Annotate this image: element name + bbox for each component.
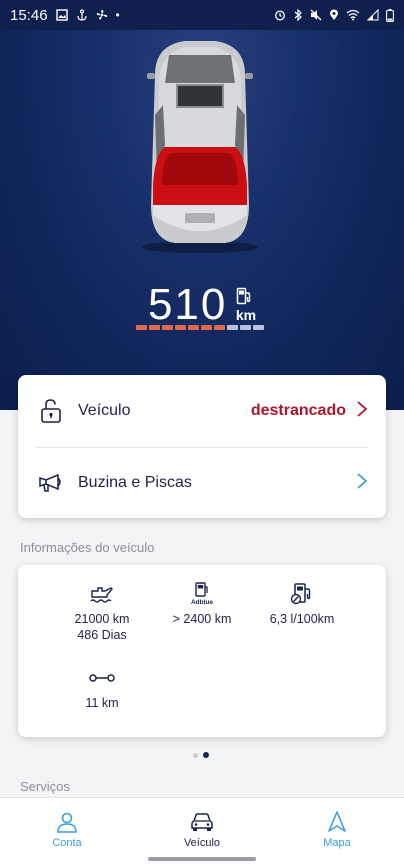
- horn-lights-label: Buzina e Piscas: [78, 474, 192, 491]
- lock-row[interactable]: Veículo destrancado: [18, 375, 386, 447]
- nav-vehicle-label: Veículo: [183, 837, 221, 849]
- more-notifications-dot: •: [115, 8, 120, 22]
- lock-open-icon: [38, 398, 64, 424]
- pager-dot[interactable]: [193, 752, 198, 758]
- battery-icon: [386, 8, 394, 22]
- gauge-segment-filled: [162, 325, 173, 330]
- nav-map-label: Mapa: [323, 837, 351, 849]
- range-unit: km: [235, 307, 257, 323]
- vehicle-actions-card: Veículo destrancado Buzina e Piscas: [18, 375, 386, 518]
- gauge-segment-filled: [136, 325, 147, 330]
- fuel-pump-icon: [236, 287, 251, 305]
- gauge-segment-filled: [188, 325, 199, 330]
- navigation-arrow-icon: [297, 810, 377, 834]
- notification-icons: •: [55, 8, 120, 22]
- chevron-right-icon: [356, 470, 368, 496]
- adblue-icon-text: Adblue: [191, 599, 213, 606]
- wifi-icon: [346, 9, 360, 21]
- gauge-segment-empty: [240, 325, 251, 330]
- mute-icon: [310, 9, 322, 21]
- gauge-segment-filled: [149, 325, 160, 330]
- status-bar: 15:46 •: [0, 0, 404, 30]
- car-top-view-image: [142, 41, 258, 253]
- image-icon: [55, 9, 68, 21]
- pager-dots: [193, 752, 209, 758]
- lock-status: destrancado: [250, 402, 346, 419]
- gauge-segment-filled: [201, 325, 212, 330]
- gauge-segment-empty: [253, 325, 264, 330]
- service-days: 486 Dias: [77, 628, 127, 642]
- gauge-segment-filled: [175, 325, 186, 330]
- horn-lights-row[interactable]: Buzina e Piscas: [18, 447, 386, 519]
- fuel-gauge: [136, 325, 264, 330]
- gauge-segment-filled: [214, 325, 225, 330]
- home-indicator[interactable]: [148, 857, 256, 861]
- vehicle-info-title: Informações do veículo: [20, 540, 155, 555]
- trip-distance-item: 11 km: [42, 665, 162, 711]
- location-icon: [330, 9, 338, 20]
- chevron-right-icon: [356, 398, 368, 424]
- system-icons: [274, 8, 394, 22]
- gauge-segment-empty: [227, 325, 238, 330]
- nav-account-label: Conta: [52, 837, 82, 849]
- trip-odometer-icon: [42, 665, 162, 691]
- person-icon: [27, 810, 107, 834]
- nav-vehicle[interactable]: Veículo: [162, 810, 242, 849]
- vehicle-hero: 510 km: [0, 30, 404, 410]
- bluetooth-icon: [294, 9, 302, 21]
- trip-distance-value: 11 km: [85, 696, 119, 710]
- signal-icon: [367, 9, 379, 21]
- services-title: Serviços: [20, 779, 70, 794]
- anchor-icon: [76, 9, 87, 21]
- pager-dot-active[interactable]: [203, 752, 209, 758]
- nav-account[interactable]: Conta: [27, 810, 107, 849]
- lock-row-label: Veículo: [78, 402, 131, 419]
- fan-icon: [96, 9, 107, 20]
- nav-map[interactable]: Mapa: [297, 810, 377, 849]
- fuel-consumption-value: 6,3 l/100km: [269, 612, 335, 626]
- horn-icon: [38, 470, 64, 496]
- fuel-consumption-item: 6,3 l/100km: [242, 581, 362, 627]
- fuel-consumption-icon: [242, 581, 362, 607]
- alarm-icon: [275, 10, 285, 21]
- status-time: 15:46: [10, 6, 48, 24]
- range-display: 510 km: [0, 280, 404, 330]
- range-value: 510: [147, 280, 228, 329]
- car-front-icon: [162, 810, 242, 834]
- vehicle-info-card[interactable]: 21000 km 486 Dias Adblue > 2400 km 6,3 l…: [18, 565, 386, 737]
